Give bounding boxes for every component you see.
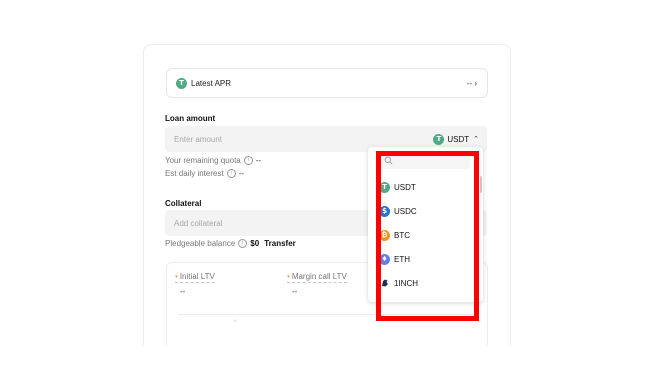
daily-interest-label: Est daily interest xyxy=(165,169,224,178)
collateral-title: Collateral xyxy=(165,199,202,208)
info-icon[interactable]: i xyxy=(238,239,248,248)
asset-dropdown: T USDT $ USDC ₿ BTC ♦ ETH 1INCH xyxy=(368,147,483,302)
initial-ltv-value: -- xyxy=(180,287,186,296)
1inch-coin-icon xyxy=(379,277,390,289)
divider xyxy=(178,314,476,315)
chevron-up-icon: ⌃ xyxy=(473,136,479,143)
eth-coin-icon: ♦ xyxy=(379,253,390,265)
latest-apr-value[interactable]: -- › xyxy=(467,79,477,88)
dropdown-item-usdc[interactable]: $ USDC xyxy=(379,204,469,218)
dropdown-item-btc[interactable]: ₿ BTC xyxy=(379,228,469,242)
dropdown-item-usdt[interactable]: T USDT xyxy=(379,180,469,194)
dropdown-item-label: ETH xyxy=(394,254,410,264)
collateral-input[interactable]: Add collateral xyxy=(174,219,222,228)
dropdown-item-1inch[interactable]: 1INCH xyxy=(379,276,469,290)
margin-call-ltv-label: • Margin call LTV xyxy=(287,272,347,283)
loan-amount-input[interactable]: Enter amount xyxy=(174,135,222,144)
dropdown-search-input[interactable] xyxy=(380,152,470,169)
search-icon xyxy=(384,156,393,165)
dropdown-item-eth[interactable]: ♦ ETH xyxy=(379,252,469,266)
latest-apr-row[interactable]: T Latest APR -- › xyxy=(166,68,488,98)
pledgeable-balance-row: Pledgeable balance i $0 Transfer xyxy=(165,239,296,248)
initial-ltv-label: • Initial LTV xyxy=(175,272,215,283)
usdt-coin-icon: T xyxy=(433,133,445,145)
remaining-quota-label: Your remaining quota xyxy=(165,156,241,165)
margin-call-ltv-value: -- xyxy=(292,287,298,296)
latest-apr-label: Latest APR xyxy=(191,78,232,88)
remaining-quota-row: Your remaining quota i -- xyxy=(165,156,261,165)
loan-amount-title: Loan amount xyxy=(165,114,216,123)
dropdown-item-label: BTC xyxy=(394,230,410,240)
dropdown-item-label: USDC xyxy=(394,206,417,216)
dropdown-item-label: USDT xyxy=(394,182,416,192)
pledgeable-balance-label: Pledgeable balance xyxy=(165,239,236,248)
btc-coin-icon: ₿ xyxy=(379,229,390,241)
bullet-icon: • xyxy=(287,272,290,281)
info-icon[interactable]: i xyxy=(243,156,253,165)
usdt-coin-icon: T xyxy=(176,77,187,89)
pledgeable-balance-value: $0 xyxy=(250,239,260,248)
dropdown-item-label: 1INCH xyxy=(394,278,419,288)
bullet-icon: • xyxy=(175,272,178,281)
faint-marker: ^ xyxy=(234,320,237,326)
usdc-coin-icon: $ xyxy=(379,205,390,217)
info-icon[interactable]: i xyxy=(226,169,236,178)
daily-interest-row: Est daily interest i -- xyxy=(165,169,244,178)
daily-interest-value: -- xyxy=(238,169,245,178)
transfer-link[interactable]: Transfer xyxy=(264,239,296,248)
loan-asset-select[interactable]: T USDT ⌃ xyxy=(433,133,479,145)
usdt-coin-icon: T xyxy=(379,181,390,193)
loan-asset-label: USDT xyxy=(447,134,470,144)
dropdown-scrollbar[interactable] xyxy=(480,176,482,193)
remaining-quota-value: -- xyxy=(255,156,262,165)
